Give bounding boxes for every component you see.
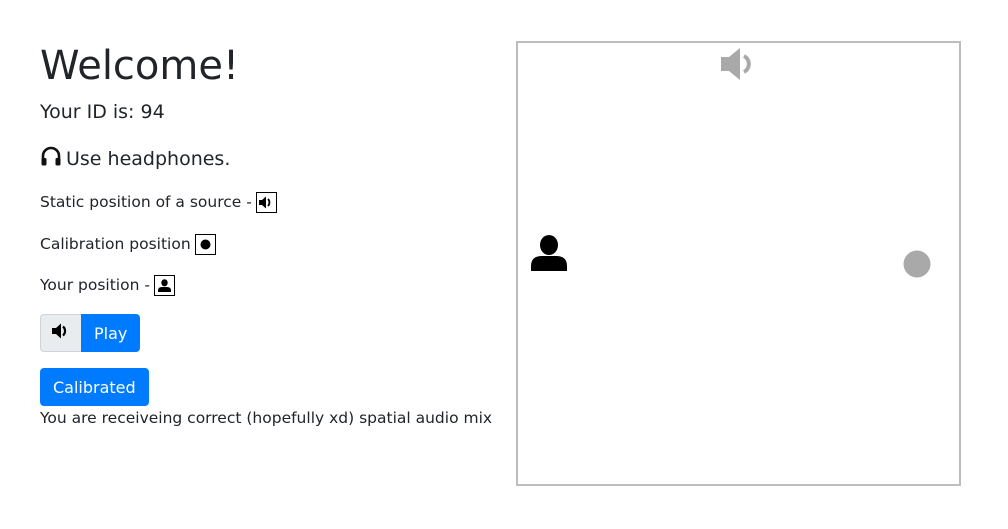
legend-source: Static position of a source - [40, 191, 277, 213]
headphones-icon [40, 146, 66, 172]
volume-icon [255, 191, 277, 213]
dot-icon [194, 233, 216, 255]
calibration-marker-dot-icon[interactable] [903, 250, 931, 282]
user-position-user-icon[interactable] [530, 234, 568, 276]
legend-user-label: Your position - [40, 276, 150, 294]
user-id-text: Your ID is: 94 [40, 101, 165, 123]
speaker-toggle-button[interactable] [40, 314, 81, 352]
spatial-audio-canvas[interactable] [516, 41, 961, 486]
status-text: You are receiveing correct (hopefully xd… [40, 409, 493, 427]
source-marker-volume-icon[interactable] [719, 45, 757, 87]
page-title: Welcome! [40, 43, 240, 89]
legend-source-label: Static position of a source - [40, 193, 252, 211]
user-icon [153, 274, 175, 296]
volume-icon [52, 323, 70, 343]
play-button[interactable]: Play [81, 314, 141, 352]
headphones-notice: Use headphones. [40, 146, 230, 172]
calibrated-button[interactable]: Calibrated [40, 368, 149, 406]
play-button-group: Play [40, 314, 141, 352]
legend-calibration-label: Calibration position [40, 235, 191, 253]
headphones-text: Use headphones. [66, 148, 231, 170]
legend-user: Your position - [40, 274, 175, 296]
legend-calibration: Calibration position [40, 233, 216, 255]
